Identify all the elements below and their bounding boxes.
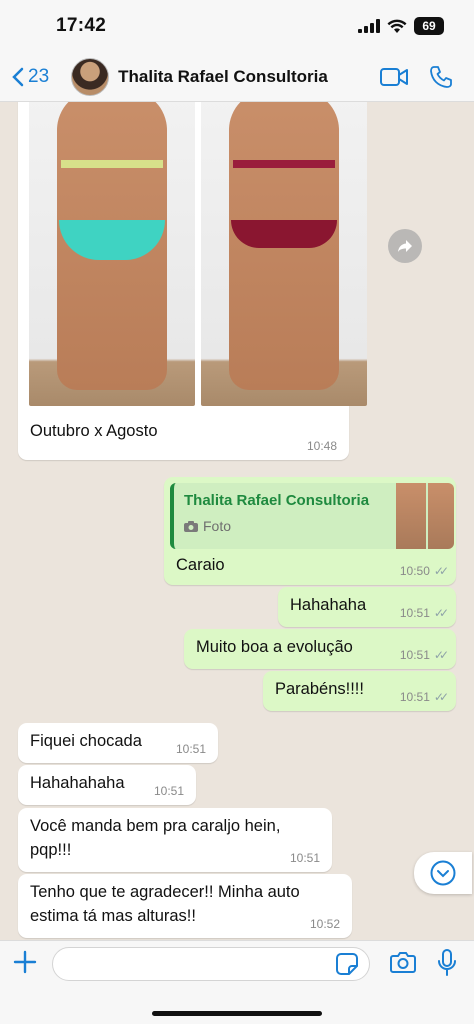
message-text: Você manda bem pra caraljo hein, [30,817,281,835]
message-text: Muito boa a evolução [196,638,353,656]
message-time: 10:51 [153,784,184,798]
read-ticks-icon: ✓✓ [433,648,449,662]
chat-header: 23 Thalita Rafael Consultoria [0,52,474,102]
status-time: 17:42 [56,15,107,36]
message-time: 10:52 [309,917,340,931]
video-call-icon[interactable] [380,67,408,87]
message-bubble[interactable]: Muito boa a evolução 10:51 ✓✓ [184,629,456,669]
quoted-type: Foto [184,518,231,534]
camera-icon[interactable] [390,951,416,978]
message-time: 10:50 ✓✓ [399,564,449,578]
photo-message[interactable]: Outubro x Agosto 10:48 [18,102,367,460]
phone-icon[interactable] [430,65,452,88]
read-ticks-icon: ✓✓ [433,606,449,620]
message-text: Caraio [176,556,225,574]
message-text: Hahahaha [290,596,367,614]
input-bar [0,940,474,1024]
message-bubble[interactable]: Você manda bem pra caraljo hein, pqp!!! … [18,808,332,872]
message-bubble[interactable]: Parabéns!!!! 10:51 ✓✓ [263,671,456,711]
photo-after[interactable] [201,102,367,406]
photo-before[interactable] [29,102,195,406]
camera-small-icon [184,520,198,532]
message-time: 10:51 ✓✓ [399,690,449,704]
status-bar: 17:42 69 [0,0,474,52]
avatar[interactable] [71,57,110,96]
wifi-icon [387,19,407,33]
plus-icon[interactable] [12,949,38,980]
signal-icon [358,19,380,33]
message-time: 10:48 [306,439,337,453]
chevron-down-circle-icon [430,860,456,886]
message-time: 10:51 ✓✓ [399,606,449,620]
message-time: 10:51 ✓✓ [399,648,449,662]
chat-area[interactable]: Outubro x Agosto 10:48 Thalita Rafael Co… [0,102,474,940]
back-button[interactable]: 23 [12,66,49,88]
message-input[interactable] [52,947,370,981]
quoted-thumbnail-2 [428,483,454,549]
reply-message[interactable]: Thalita Rafael Consultoria Foto Caraio 1… [164,477,456,585]
message-text: pqp!!! [30,841,72,859]
message-bubble[interactable]: Fiquei chocada 10:51 [18,723,218,763]
message-text: estima tá mas alturas!! [30,907,196,925]
message-time: 10:51 [175,742,206,756]
message-text: Parabéns!!!! [275,680,364,698]
message-time: 10:51 [289,851,320,865]
quoted-message[interactable]: Thalita Rafael Consultoria Foto [170,483,454,549]
forward-button[interactable] [388,229,422,263]
forward-icon [398,240,412,252]
message-text: Fiquei chocada [30,732,142,750]
contact-name[interactable]: Thalita Rafael Consultoria [118,67,380,87]
microphone-icon[interactable] [438,949,456,982]
status-icons: 69 [358,17,444,35]
battery-indicator: 69 [414,17,444,35]
chevron-left-icon [12,67,24,86]
message-bubble[interactable]: Tenho que te agradecer!! Minha auto esti… [18,874,352,938]
read-ticks-icon: ✓✓ [433,690,449,704]
message-text: Outubro x Agosto [30,422,158,440]
message-bubble[interactable]: Hahahahaha 10:51 [18,765,196,805]
message-text: Tenho que te agradecer!! Minha auto [30,883,300,901]
message-bubble[interactable]: Hahahaha 10:51 ✓✓ [278,587,456,627]
unread-count: 23 [28,65,50,87]
message-text: Hahahahaha [30,774,125,792]
home-indicator [152,1011,322,1016]
read-ticks-icon: ✓✓ [433,564,449,578]
scroll-to-bottom-button[interactable] [414,852,472,894]
sticker-icon[interactable] [336,953,358,980]
quoted-author: Thalita Rafael Consultoria [184,492,370,509]
quoted-thumbnail-1 [396,483,426,549]
